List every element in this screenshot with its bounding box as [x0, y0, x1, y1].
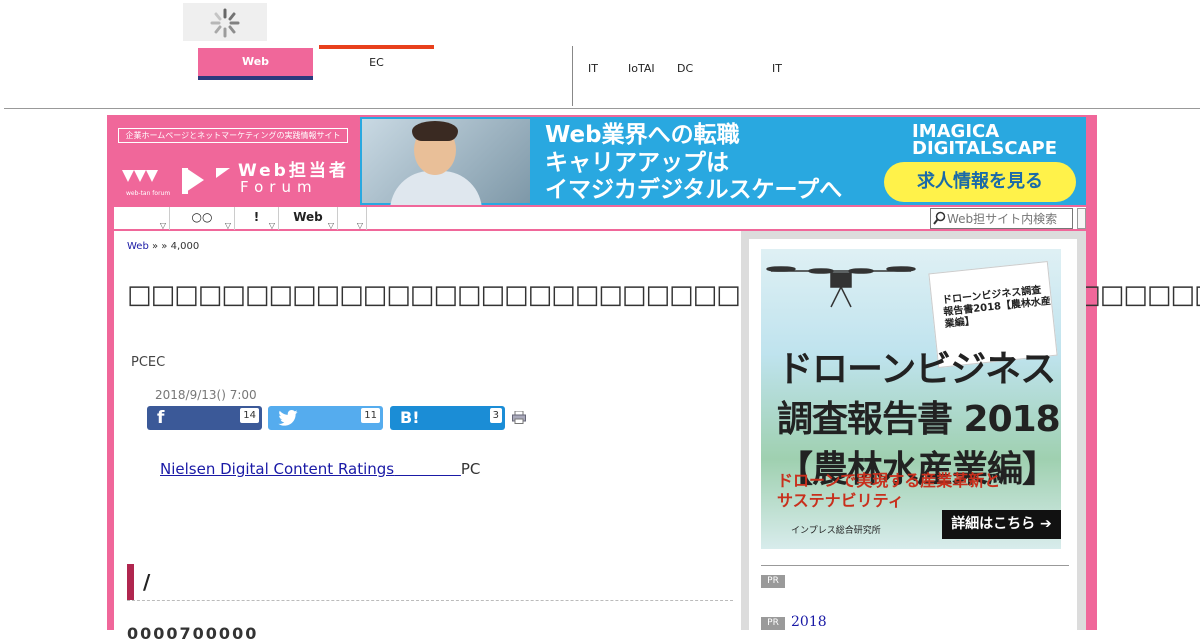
network-divider	[572, 46, 573, 106]
article-body-text: 0000700000	[127, 624, 259, 643]
network-tab-ec-bar	[319, 45, 434, 49]
section-rule	[127, 600, 733, 601]
article-title: □□□□□□□□□□□□□□□□□□□□□□□□□□□□4,000□□□□□□□…	[127, 280, 1200, 310]
drone-icon	[766, 266, 916, 308]
network-tab-web-underline	[198, 76, 313, 80]
ad-detail-button[interactable]: 詳細はこちら ➔	[942, 510, 1061, 539]
article-source: PCEC	[131, 355, 166, 370]
print-icon[interactable]	[512, 411, 526, 424]
logo-small-text: web-tan forum	[126, 190, 171, 197]
banner-line-2: キャリアアップは	[545, 150, 729, 176]
menu-item-1[interactable]: ▽	[114, 207, 170, 230]
section-accent-bar	[127, 564, 134, 600]
pr-badge: PR	[761, 575, 785, 588]
network-link-iotai[interactable]: IoTAI	[628, 62, 655, 75]
triangle-down-icon: ▽	[159, 221, 166, 230]
banner-line-1: Web業界への転職	[545, 122, 740, 148]
nielsen-link[interactable]: Nielsen Digital Content Ratings	[160, 460, 461, 478]
banner-brand-logo: IMAGICA DIGITALSCAPE	[912, 123, 1057, 159]
breadcrumb: Web » » 4,000	[127, 241, 199, 252]
sidebar-rule	[761, 565, 1069, 566]
ad-headline-line-1: ドローンビジネス	[777, 349, 1056, 390]
ad-subheadline-line-2: サステナビリティ	[777, 491, 904, 510]
menu-item-3[interactable]: ! ▽	[235, 207, 279, 230]
header-rule	[4, 108, 1200, 109]
twitter-share-button[interactable]: 11	[268, 406, 383, 430]
hatena-bookmark-count: 3	[489, 408, 502, 423]
facebook-share-count: 14	[240, 408, 259, 423]
report-cover-title: ドローンビジネス調査報告書2018【農林水産業編】	[941, 284, 1052, 331]
network-tab-ec[interactable]: EC	[319, 56, 434, 69]
nielsen-link-text: Nielsen Digital Content Ratings	[160, 460, 395, 478]
logo-text-en: Forum	[240, 178, 318, 196]
section-heading: /	[143, 570, 151, 594]
facebook-icon: f	[157, 408, 165, 428]
network-tab-web[interactable]: Web	[198, 48, 313, 76]
triangle-down-icon: ▽	[224, 221, 231, 230]
menu-item-5[interactable]: Web ▽	[279, 207, 338, 230]
site-search-input[interactable]	[947, 211, 1071, 227]
site-search	[930, 208, 1073, 229]
breadcrumb-link-web[interactable]: Web	[127, 241, 149, 252]
hatena-bookmark-icon: B!	[400, 408, 420, 427]
loading-spinner	[183, 3, 267, 41]
ad-brand: インプレス総合研究所	[791, 526, 881, 536]
twitter-share-count: 11	[361, 408, 380, 423]
triangle-down-icon: ▽	[268, 221, 275, 230]
triangle-down-icon: ▽	[327, 221, 334, 230]
facebook-share-button[interactable]: f 14	[147, 406, 262, 430]
network-link-it-2[interactable]: IT	[772, 62, 782, 75]
spinner-icon	[210, 8, 240, 38]
drone-report-ad[interactable]: ドローンビジネス調査報告書2018【農林水産業編】 ドローンビジネス 調査報告書…	[761, 249, 1061, 549]
hatena-bookmark-button[interactable]: B! 3	[390, 406, 505, 430]
banner-line-3: イマジカデジタルスケープへ	[545, 177, 843, 203]
network-link-dc[interactable]: DC	[677, 62, 693, 75]
network-link-it[interactable]: IT	[588, 62, 598, 75]
ad-subheadline: ドローンで実現する産業革新と サステナビリティ	[777, 471, 1000, 511]
menu-item-6[interactable]: ▽	[338, 207, 367, 230]
banner-brand-line-2: DIGITALSCAPE	[912, 138, 1057, 159]
pr-link[interactable]: 2018	[791, 614, 827, 630]
article-lead: Nielsen Digital Content Ratings PC	[160, 460, 480, 478]
site-tagline: 企業ホームページとネットマーケティングの実践情報サイト	[118, 128, 348, 143]
search-icon	[933, 211, 946, 225]
recruit-banner[interactable]: Web業界への転職 キャリアアップは イマジカデジタルスケープへ IMAGICA…	[360, 117, 1086, 205]
ad-subheadline-line-1: ドローンで実現する産業革新と	[777, 471, 1001, 490]
menu-item-2[interactable]: ○○ ▽	[170, 207, 235, 230]
search-button[interactable]	[1077, 208, 1086, 229]
banner-cta-button[interactable]: 求人情報を見る	[884, 162, 1076, 202]
article-lead-suffix: PC	[460, 460, 481, 478]
twitter-bird-icon	[278, 410, 298, 426]
article-date: 2018/9/13() 7:00	[155, 388, 257, 402]
breadcrumb-rest: » » 4,000	[152, 241, 200, 252]
triangle-down-icon: ▽	[356, 221, 363, 230]
pr-badge-2: PR	[761, 617, 785, 630]
ad-headline-line-2: 調査報告書 2018	[777, 399, 1061, 440]
banner-photo	[362, 119, 530, 205]
